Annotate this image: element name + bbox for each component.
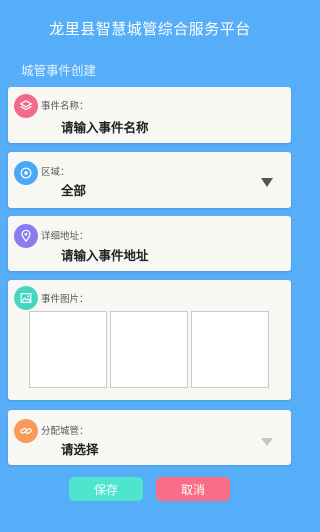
images-card: 事件图片： (8, 280, 291, 400)
image-upload-slot-3[interactable] (191, 311, 269, 388)
event-name-input[interactable]: 请输入事件名称 (61, 117, 149, 136)
chevron-down-icon[interactable] (261, 438, 273, 446)
officer-select[interactable]: 请选择 (61, 439, 99, 458)
region-select[interactable]: 全部 (61, 180, 86, 199)
layers-icon (14, 94, 38, 118)
link-icon (14, 419, 38, 443)
region-card[interactable]: 区域： 全部 (8, 152, 291, 208)
app-title: 龙里县智慧城管综合服务平台 (49, 20, 251, 38)
cancel-button[interactable]: 取消 (156, 477, 230, 501)
event-name-label: 事件名称： (41, 101, 89, 112)
image-upload-slot-1[interactable] (29, 311, 107, 388)
save-button[interactable]: 保存 (69, 477, 143, 501)
region-label: 区域： (41, 167, 70, 178)
image-icon (14, 286, 38, 310)
address-input[interactable]: 请输入事件地址 (61, 245, 149, 264)
location-pin-icon (14, 224, 38, 248)
section-title: 城管事件创建 (21, 63, 97, 78)
target-icon (14, 161, 38, 185)
images-label: 事件图片： (41, 294, 89, 305)
event-name-card[interactable]: 事件名称： 请输入事件名称 (8, 87, 291, 143)
image-upload-slot-2[interactable] (110, 311, 188, 388)
officer-card[interactable]: 分配城管： 请选择 (8, 410, 291, 465)
chevron-down-icon[interactable] (261, 178, 273, 187)
address-card[interactable]: 详细地址： 请输入事件地址 (8, 216, 291, 271)
officer-label: 分配城管： (41, 426, 89, 437)
address-label: 详细地址： (41, 231, 89, 242)
